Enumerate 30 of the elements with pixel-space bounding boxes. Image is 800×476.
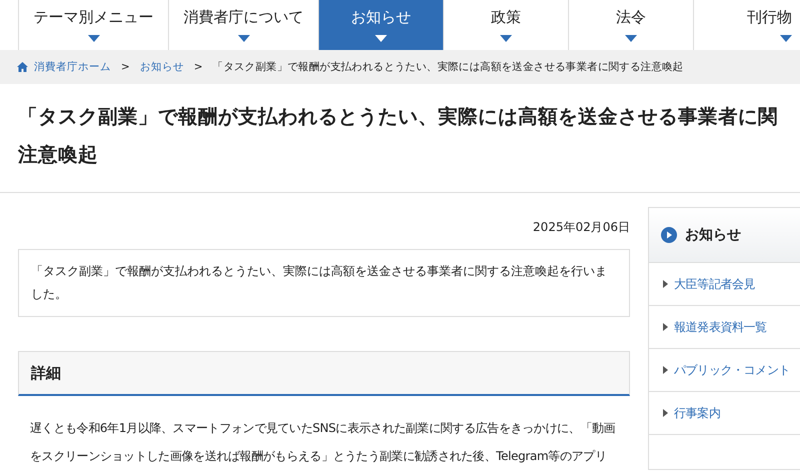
- sidebar-title: お知らせ: [685, 226, 741, 244]
- sidebar-link[interactable]: 報道発表資料一覧: [649, 306, 800, 349]
- caret-icon: [625, 35, 637, 42]
- page-title: 「タスク副業」で報酬が支払われるとうたい、実際には高額を送金させる事業者に関: [18, 104, 779, 130]
- caret-icon: [238, 35, 250, 42]
- body-text: をスクリーンショットした画像を送れば報酬がもらえる」とうたう副業に勧誘された後、Telegram等のアプリ: [30, 448, 608, 465]
- body-text: 遅くとも令和6年1月以降、スマートフォンで見ていたSNSに表示された副業に関する広告をきっかけに、「動画: [30, 420, 616, 437]
- breadcrumb-link[interactable]: 消費者庁ホーム: [34, 60, 111, 74]
- nav-tab[interactable]: お知らせ: [318, 0, 443, 50]
- sidebar-link[interactable]: 大臣等記者会見: [649, 263, 800, 306]
- page-title: 注意喚起: [18, 142, 99, 168]
- caret-icon: [375, 35, 387, 42]
- caret-icon: [780, 35, 792, 42]
- sidebar-link[interactable]: 行事案内: [649, 392, 800, 435]
- play-circle-icon: [661, 227, 677, 243]
- triangle-icon: [663, 280, 668, 288]
- breadcrumb-link[interactable]: お知らせ: [140, 60, 184, 74]
- triangle-icon: [663, 323, 668, 331]
- triangle-icon: [663, 409, 668, 417]
- home-icon: [17, 62, 28, 72]
- section-heading: 詳細: [18, 351, 630, 396]
- summary-box: 「タスク副業」で報酬が支払われるとうたい、実際には高額を送金させる事業者に関する注意喚起を行いました。: [18, 249, 630, 317]
- triangle-icon: [663, 366, 668, 374]
- caret-icon: [500, 35, 512, 42]
- breadcrumb-separator: >: [121, 61, 130, 73]
- caret-icon: [88, 35, 100, 42]
- breadcrumb-current: 「タスク副業」で報酬が支払われるとうたい、実際には高額を送金させる事業者に関する注意喚起: [212, 60, 684, 74]
- sidebar-link[interactable]: パブリック・コメント: [649, 349, 800, 392]
- breadcrumb-separator: >: [194, 61, 203, 73]
- publish-date: 2025年02月06日: [532, 219, 630, 236]
